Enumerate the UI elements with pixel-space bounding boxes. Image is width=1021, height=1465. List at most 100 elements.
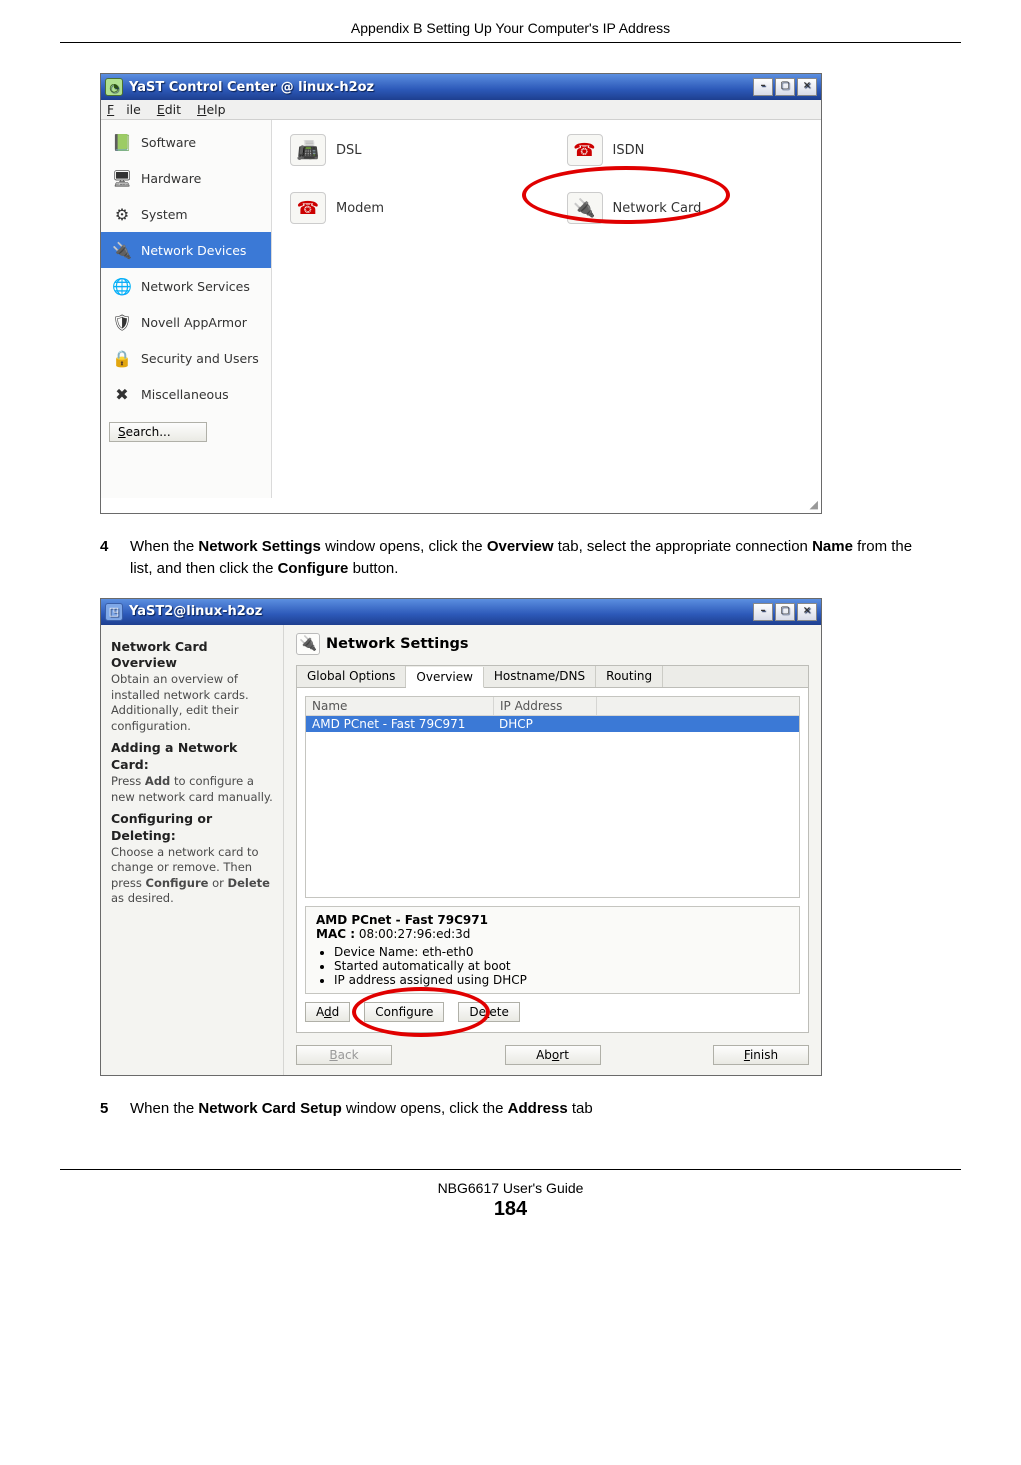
footer-guide: NBG6617 User's Guide <box>60 1180 961 1196</box>
sidebar-item-label: Security and Users <box>141 351 259 366</box>
device-pane: 📠 DSL ☎ ISDN ☎ Modem 🔌 Network Card <box>272 120 821 498</box>
close-button[interactable]: × <box>797 78 817 96</box>
menu-edit[interactable]: Edit <box>157 102 181 117</box>
apparmor-icon: 🛡 <box>109 310 135 334</box>
sidebar-item-network-devices[interactable]: 🔌 Network Devices <box>101 232 271 268</box>
menu-file[interactable]: File <box>107 102 141 117</box>
device-label: Modem <box>336 201 384 216</box>
help-text: Obtain an overview of installed network … <box>111 672 273 734</box>
sidebar-item-label: Novell AppArmor <box>141 315 247 330</box>
network-card-icon: 🔌 <box>567 192 603 224</box>
step-text: When the Network Card Setup window opens… <box>130 1098 593 1120</box>
detail-startup: Started automatically at boot <box>334 959 789 973</box>
sidebar-item-security-users[interactable]: 🔒 Security and Users <box>101 340 271 376</box>
add-button[interactable]: Add <box>305 1002 350 1022</box>
back-button: Back <box>296 1045 392 1065</box>
sidebar-item-label: Software <box>141 135 196 150</box>
step-4: 4 When the Network Settings window opens… <box>100 536 921 580</box>
maximize-button[interactable]: ▢ <box>775 603 795 621</box>
tab-hostname-dns[interactable]: Hostname/DNS <box>484 666 596 687</box>
yast2-network-settings-window: ◳ YaST2@linux-h2oz – ▢ × Network Card Ov… <box>100 598 822 1076</box>
cell-name: AMD PCnet - Fast 79C971 <box>306 716 493 732</box>
window-titlebar[interactable]: ◔ YaST Control Center @ linux-h2oz – ▢ × <box>101 74 821 100</box>
page-footer: NBG6617 User's Guide 184 <box>60 1169 961 1221</box>
tab-routing[interactable]: Routing <box>596 666 663 687</box>
page-number: 184 <box>60 1198 961 1221</box>
yast-control-center-window: ◔ YaST Control Center @ linux-h2oz – ▢ ×… <box>100 73 822 514</box>
settings-main: 🔌 Network Settings Global Options Overvi… <box>284 625 821 1075</box>
sidebar-item-label: Network Services <box>141 279 250 294</box>
help-heading-overview: Network Card Overview <box>111 639 273 673</box>
detail-title: AMD PCnet - Fast 79C971 <box>316 913 488 927</box>
close-button[interactable]: × <box>797 603 817 621</box>
finish-button[interactable]: Finish <box>713 1045 809 1065</box>
menubar: File Edit Help <box>101 100 821 120</box>
sidebar-item-novell-apparmor[interactable]: 🛡 Novell AppArmor <box>101 304 271 340</box>
dsl-icon: 📠 <box>290 134 326 166</box>
page-header: Appendix B Setting Up Your Computer's IP… <box>60 20 961 43</box>
maximize-button[interactable]: ▢ <box>775 78 795 96</box>
resize-grip[interactable]: ◢ <box>101 498 821 513</box>
mac-label: MAC : <box>316 927 355 941</box>
nic-button-row: Add Configure Delete <box>305 1002 800 1022</box>
tab-overview[interactable]: Overview <box>406 667 484 688</box>
list-row-selected[interactable]: AMD PCnet - Fast 79C971 DHCP <box>306 716 799 732</box>
sidebar-item-label: Hardware <box>141 171 201 186</box>
help-text: Choose a network card to change or remov… <box>111 845 273 907</box>
help-heading-configuring: Configuring or Deleting: <box>111 811 273 845</box>
minimize-button[interactable]: – <box>753 603 773 621</box>
category-sidebar: 📗 Software 🖥 Hardware ⚙ System 🔌 Network… <box>101 120 272 498</box>
cell-ip: DHCP <box>493 716 595 732</box>
step-number: 5 <box>100 1098 130 1120</box>
detail-device-name: Device Name: eth-eth0 <box>334 945 789 959</box>
help-pane: Network Card Overview Obtain an overview… <box>101 625 284 1075</box>
yast-icon: ◔ <box>105 78 123 96</box>
sidebar-item-miscellaneous[interactable]: ✖ Miscellaneous <box>101 376 271 412</box>
detail-ip-mode: IP address assigned using DHCP <box>334 973 789 987</box>
device-label: DSL <box>336 143 362 158</box>
panel-title: 🔌 Network Settings <box>296 633 809 655</box>
sidebar-item-software[interactable]: 📗 Software <box>101 124 271 160</box>
device-modem[interactable]: ☎ Modem <box>290 192 527 224</box>
window-title: YaST2@linux-h2oz <box>129 604 262 619</box>
window-titlebar[interactable]: ◳ YaST2@linux-h2oz – ▢ × <box>101 599 821 625</box>
device-dsl[interactable]: 📠 DSL <box>290 134 527 166</box>
minimize-button[interactable]: – <box>753 78 773 96</box>
menu-help[interactable]: Help <box>197 102 226 117</box>
abort-button[interactable]: Abort <box>505 1045 601 1065</box>
column-name[interactable]: Name <box>306 697 494 715</box>
window-title: YaST Control Center @ linux-h2oz <box>129 80 374 95</box>
yast-icon: ◳ <box>105 603 123 621</box>
security-icon: 🔒 <box>109 346 135 370</box>
nic-list[interactable]: Name IP Address AMD PCnet - Fast 79C971 … <box>305 696 800 898</box>
sidebar-item-label: Network Devices <box>141 243 246 258</box>
help-heading-adding: Adding a Network Card: <box>111 740 273 774</box>
mac-value: 08:00:27:96:ed:3d <box>359 927 471 941</box>
tabs-row: Global Options Overview Hostname/DNS Rou… <box>297 666 808 688</box>
software-icon: 📗 <box>109 130 135 154</box>
device-label: Network Card <box>613 201 702 216</box>
configure-button[interactable]: Configure <box>364 1002 444 1022</box>
wizard-buttons: Back Abort Finish <box>296 1045 809 1065</box>
device-network-card[interactable]: 🔌 Network Card <box>567 192 804 224</box>
network-devices-icon: 🔌 <box>109 238 135 262</box>
device-isdn[interactable]: ☎ ISDN <box>567 134 804 166</box>
nic-detail: AMD PCnet - Fast 79C971 MAC : 08:00:27:9… <box>305 906 800 994</box>
delete-button[interactable]: Delete <box>458 1002 519 1022</box>
sidebar-item-label: System <box>141 207 188 222</box>
sidebar-item-network-services[interactable]: 🌐 Network Services <box>101 268 271 304</box>
sidebar-item-system[interactable]: ⚙ System <box>101 196 271 232</box>
system-icon: ⚙ <box>109 202 135 226</box>
modem-icon: ☎ <box>290 192 326 224</box>
misc-icon: ✖ <box>109 382 135 406</box>
sidebar-item-label: Miscellaneous <box>141 387 229 402</box>
step-number: 4 <box>100 536 130 580</box>
column-ip[interactable]: IP Address <box>494 697 597 715</box>
isdn-icon: ☎ <box>567 134 603 166</box>
settings-notebook: Global Options Overview Hostname/DNS Rou… <box>296 665 809 1033</box>
sidebar-item-hardware[interactable]: 🖥 Hardware <box>101 160 271 196</box>
list-header: Name IP Address <box>306 697 799 716</box>
search-button[interactable]: Search... <box>109 422 207 442</box>
tab-global-options[interactable]: Global Options <box>297 666 406 687</box>
step-text: When the Network Settings window opens, … <box>130 536 921 580</box>
